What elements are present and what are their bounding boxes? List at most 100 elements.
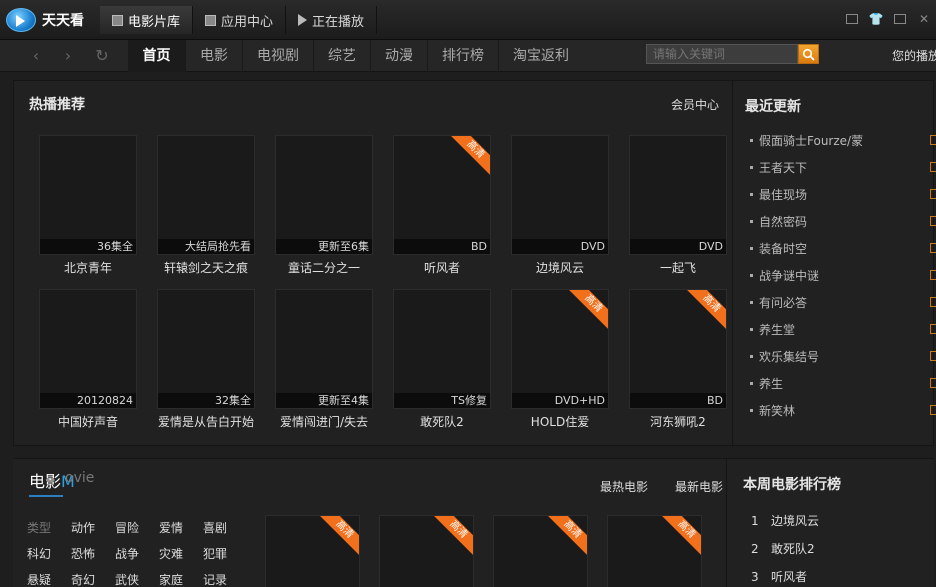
genre-link[interactable]: 喜剧	[203, 519, 227, 536]
genre-link[interactable]: 武侠	[115, 571, 139, 587]
back-icon[interactable]: ‹	[26, 46, 46, 66]
video-poster[interactable]: 更新至6集	[275, 135, 373, 255]
tab-film-library[interactable]: 电影片库	[100, 6, 194, 34]
video-poster[interactable]: 20120824	[39, 289, 137, 409]
movie-card[interactable]: 高清	[607, 515, 702, 587]
menu-movie[interactable]: 电影	[186, 40, 243, 72]
video-title[interactable]: 爱情是从告白开始	[147, 413, 265, 430]
update-badge-icon	[930, 216, 936, 226]
video-title[interactable]: 一起飞	[619, 259, 737, 276]
menu-anime[interactable]: 动漫	[371, 40, 428, 72]
video-poster[interactable]: 高清 BD	[629, 289, 727, 409]
main-menu: 首页 电影 电视剧 综艺 动漫 排行榜 淘宝返利	[128, 40, 583, 72]
video-poster[interactable]: TS修复	[393, 289, 491, 409]
weekly-ranking-title: 本周电影排行榜	[743, 477, 841, 493]
update-badge-icon	[930, 270, 936, 280]
hottest-movies-link[interactable]: 最热电影	[600, 478, 648, 495]
ranking-item[interactable]: 3 听风者	[751, 568, 807, 585]
genre-link[interactable]: 爱情	[159, 519, 183, 536]
genre-link[interactable]: 灾难	[159, 545, 183, 562]
video-title[interactable]: 北京青年	[29, 259, 147, 276]
recent-update-item[interactable]: 假面骑士Fourze/蒙	[748, 132, 863, 150]
video-card[interactable]: 大结局抢先看 轩辕剑之天之痕	[157, 135, 255, 275]
tab-now-playing[interactable]: 正在播放	[286, 6, 378, 34]
recent-update-item[interactable]: 新笑林	[748, 402, 795, 420]
video-poster[interactable]: 高清 DVD+HD	[511, 289, 609, 409]
video-poster[interactable]: 高清 BD	[393, 135, 491, 255]
video-card[interactable]: 高清 BD 河东狮吼2	[629, 289, 727, 429]
video-card[interactable]: 32集全 爱情是从告白开始	[157, 289, 255, 429]
ranking-title: 听风者	[771, 570, 808, 584]
video-title[interactable]: HOLD住爱	[501, 413, 619, 430]
genre-link[interactable]: 恐怖	[71, 545, 95, 562]
recent-update-item[interactable]: 养生堂	[748, 321, 795, 339]
video-card[interactable]: 高清 BD 听风者	[393, 135, 491, 275]
video-poster[interactable]: 大结局抢先看	[157, 135, 255, 255]
video-card[interactable]: DVD 边境风云	[511, 135, 609, 275]
member-center-link[interactable]: 会员中心	[671, 96, 719, 113]
genre-link[interactable]: 悬疑	[27, 571, 51, 587]
video-title[interactable]: 听风者	[383, 259, 501, 276]
top-tabs: 电影片库 应用中心 正在播放	[100, 6, 378, 34]
ranking-item[interactable]: 2 敢死队2	[751, 540, 815, 557]
video-poster[interactable]: 36集全	[39, 135, 137, 255]
video-poster[interactable]: 32集全	[157, 289, 255, 409]
video-poster[interactable]: 更新至4集	[275, 289, 373, 409]
tab-app-center[interactable]: 应用中心	[193, 6, 287, 34]
video-title[interactable]: 中国好声音	[29, 413, 147, 430]
shirt-icon[interactable]: 👕	[864, 10, 888, 28]
menu-taobao[interactable]: 淘宝返利	[499, 40, 583, 72]
minimize-icon[interactable]	[888, 10, 912, 28]
video-card[interactable]: 更新至4集 爱情闯进门/失去	[275, 289, 373, 429]
recent-update-item[interactable]: 战争谜中谜	[748, 267, 819, 285]
video-title[interactable]: 童话二分之一	[265, 259, 383, 276]
movie-card[interactable]: 高清	[493, 515, 588, 587]
video-title[interactable]: 爱情闯进门/失去	[265, 413, 383, 430]
recent-update-item[interactable]: 王者天下	[748, 159, 807, 177]
genre-link[interactable]: 战争	[115, 545, 139, 562]
movie-card[interactable]: 高清	[265, 515, 360, 587]
video-card[interactable]: 更新至6集 童话二分之一	[275, 135, 373, 275]
genre-link[interactable]: 科幻	[27, 545, 51, 562]
recent-update-item[interactable]: 自然密码	[748, 213, 807, 231]
search-button[interactable]	[798, 44, 819, 64]
menu-tv[interactable]: 电视剧	[243, 40, 314, 72]
close-icon[interactable]: ✕	[912, 10, 936, 28]
recent-update-item[interactable]: 最佳现场	[748, 186, 807, 204]
menu-ranking[interactable]: 排行榜	[428, 40, 499, 72]
menu-home[interactable]: 首页	[128, 40, 186, 72]
recent-update-item[interactable]: 装备时空	[748, 240, 807, 258]
skin-icon[interactable]	[840, 10, 864, 28]
video-title[interactable]: 河东狮吼2	[619, 413, 737, 430]
genre-link[interactable]: 记录	[203, 571, 227, 587]
video-card[interactable]: 20120824 中国好声音	[39, 289, 137, 429]
video-title[interactable]: 轩辕剑之天之痕	[147, 259, 265, 276]
genre-link[interactable]: 家庭	[159, 571, 183, 587]
recent-update-item[interactable]: 欢乐集结号	[748, 348, 819, 366]
movie-card[interactable]: 高清	[379, 515, 474, 587]
video-poster[interactable]: DVD	[629, 135, 727, 255]
video-card[interactable]: 36集全 北京青年	[39, 135, 137, 275]
video-poster[interactable]: DVD	[511, 135, 609, 255]
video-card[interactable]: DVD 一起飞	[629, 135, 727, 275]
refresh-icon[interactable]: ↻	[92, 46, 112, 66]
genre-link[interactable]: 动作	[71, 519, 95, 536]
genre-link[interactable]: 犯罪	[203, 545, 227, 562]
search-input[interactable]	[646, 44, 798, 64]
recent-update-label: 战争谜中谜	[759, 269, 820, 283]
video-title[interactable]: 敢死队2	[383, 413, 501, 430]
forward-icon[interactable]: ›	[58, 46, 78, 66]
play-history-link[interactable]: 您的播放	[892, 40, 936, 72]
video-title[interactable]: 边境风云	[501, 259, 619, 276]
recent-update-item[interactable]: 有问必答	[748, 294, 807, 312]
recent-update-item[interactable]: 养生	[748, 375, 783, 393]
genre-link[interactable]: 奇幻	[71, 571, 95, 587]
video-card[interactable]: TS修复 敢死队2	[393, 289, 491, 429]
app-logo[interactable]: 天天看	[6, 6, 98, 34]
recent-update-label: 欢乐集结号	[759, 350, 820, 364]
genre-link[interactable]: 冒险	[115, 519, 139, 536]
menu-variety[interactable]: 综艺	[314, 40, 371, 72]
newest-movies-link[interactable]: 最新电影	[675, 478, 723, 495]
video-card[interactable]: 高清 DVD+HD HOLD住爱	[511, 289, 609, 429]
ranking-item[interactable]: 1 边境风云	[751, 512, 819, 529]
